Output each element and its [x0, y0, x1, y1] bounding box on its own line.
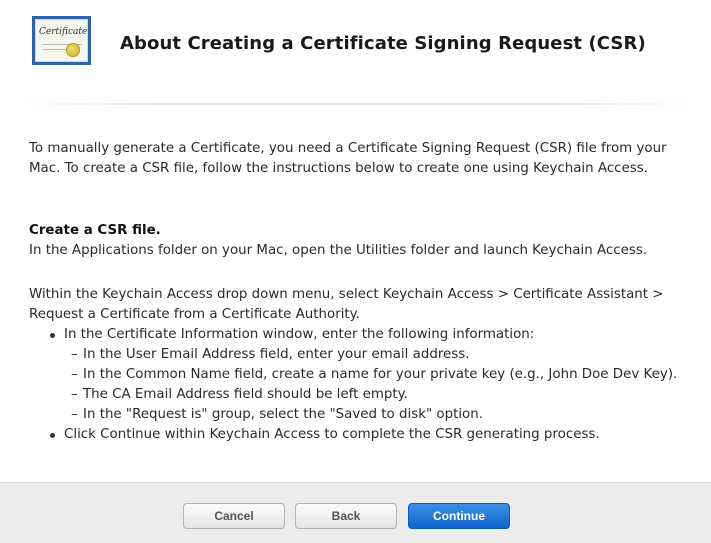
instructions: To manually generate a Certificate, you …: [29, 139, 689, 445]
bullet-list: In the Certificate Information window, e…: [29, 325, 689, 445]
button-bar: Cancel Back Continue: [0, 482, 711, 543]
dash: –: [71, 387, 78, 402]
menu-text: Within the Keychain Access drop down men…: [29, 287, 664, 322]
bullet-text: Click Continue within Keychain Access to…: [64, 427, 600, 442]
back-button[interactable]: Back: [295, 503, 397, 529]
sub-item-text: In the "Request is" group, select the "S…: [83, 407, 483, 422]
bullet-item: In the Certificate Information window, e…: [29, 325, 689, 425]
sub-item-text: In the Common Name field, create a name …: [83, 367, 678, 382]
sub-item: – In the User Email Address field, enter …: [64, 345, 689, 365]
sub-item: – In the "Request is" group, select the "…: [64, 405, 689, 425]
sub-list: – In the User Email Address field, enter …: [64, 345, 689, 425]
sub-item-text: The CA Email Address field should be lef…: [83, 387, 408, 402]
continue-button[interactable]: Continue: [408, 503, 510, 529]
certificate-paper: Certificate: [35, 19, 88, 62]
certificate-icon: Certificate: [32, 16, 91, 65]
section-heading: Create a CSR file.: [29, 223, 161, 238]
dash: –: [71, 407, 78, 422]
bullet-text: In the Certificate Information window, e…: [64, 327, 535, 342]
bullet-item: Click Continue within Keychain Access to…: [29, 425, 689, 445]
sub-item-text: In the User Email Address field, enter y…: [83, 347, 470, 362]
cancel-button[interactable]: Cancel: [183, 503, 285, 529]
launch-text: In the Applications folder on your Mac, …: [29, 243, 648, 258]
header: Certificate About Creating a Certificate…: [0, 0, 711, 104]
dash: –: [71, 347, 78, 362]
dash: –: [71, 367, 78, 382]
sub-item: – The CA Email Address field should be le…: [64, 385, 689, 405]
seal-icon: [66, 43, 80, 57]
certificate-icon-text: Certificate: [39, 27, 88, 37]
page-title: About Creating a Certificate Signing Req…: [120, 33, 646, 54]
divider: [30, 103, 684, 105]
sub-item: – In the Common Name field, create a name…: [64, 365, 689, 385]
intro-text: To manually generate a Certificate, you …: [29, 141, 667, 176]
